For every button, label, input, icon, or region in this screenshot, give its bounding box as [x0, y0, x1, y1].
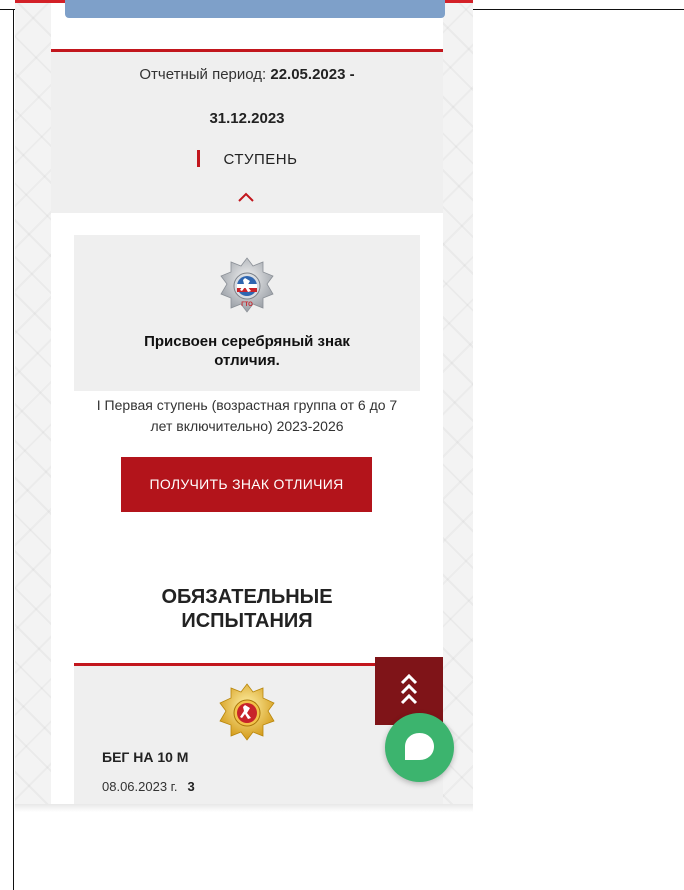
award-panel: ГТО Присвоен серебряный знак отличия. — [74, 235, 420, 391]
stage-label: СТУПЕНЬ — [223, 151, 298, 168]
award-title-line2: отличия. — [214, 352, 280, 369]
report-period-label: Отчетный период: — [139, 66, 267, 83]
screen-bottom-edge — [15, 804, 473, 812]
stage-title: СТУПЕНЬ — [51, 150, 443, 168]
mandatory-tests-heading-line2: ИСПЫТАНИЯ — [181, 610, 313, 632]
stage-description-line1: I Первая ступень (возрастная группа от 6… — [96, 397, 398, 413]
chat-button[interactable] — [385, 713, 454, 782]
report-period-panel: Отчетный период: 22.05.2023 - 31.12.2023… — [51, 52, 443, 213]
report-period-start: 22.05.2023 - — [270, 66, 355, 83]
mandatory-tests-heading-line1: ОБЯЗАТЕЛЬНЫЕ — [161, 586, 333, 608]
silver-badge-icon: ГТО — [220, 257, 274, 313]
get-badge-button[interactable]: ПОЛУЧИТЬ ЗНАК ОТЛИЧИЯ — [121, 457, 372, 512]
report-period-text: Отчетный период: 22.05.2023 - — [51, 66, 443, 83]
badge-text: ГТО — [241, 302, 253, 308]
report-period-end: 31.12.2023 — [209, 110, 285, 127]
test-score: 3 — [187, 779, 195, 794]
gold-badge-icon — [219, 683, 275, 741]
mobile-screen: Отчетный период: 22.05.2023 - 31.12.2023… — [15, 0, 473, 810]
stage-description: I Первая ступень (возрастная группа от 6… — [51, 395, 443, 437]
award-title-line1: Присвоен серебряный знак — [144, 333, 350, 350]
stage-marker — [196, 150, 200, 167]
chat-bubble-icon — [405, 733, 434, 760]
mandatory-tests-heading: ОБЯЗАТЕЛЬНЫЕ ИСПЫТАНИЯ — [51, 585, 443, 633]
stage-description-line2: лет включительно) 2023-2026 — [150, 418, 344, 434]
header-strip — [65, 0, 445, 18]
award-title: Присвоен серебряный знак отличия. — [74, 332, 420, 370]
test-name: БЕГ НА 10 М — [102, 749, 189, 765]
chevron-up-icon[interactable] — [237, 188, 255, 206]
test-result-row: 08.06.2023 г. 3 — [102, 779, 195, 794]
test-date: 08.06.2023 г. — [102, 779, 178, 794]
document-frame-left — [13, 9, 14, 890]
